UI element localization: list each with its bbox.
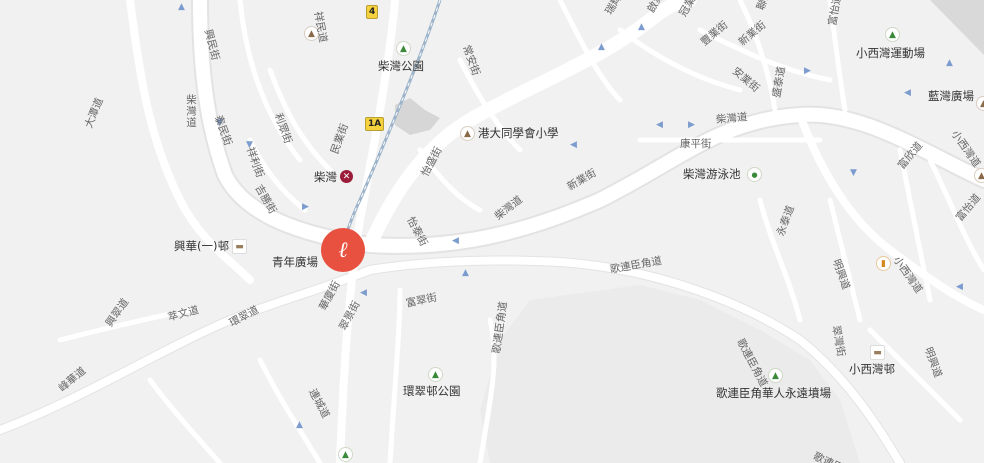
park-icon: ▲: [428, 367, 443, 382]
park-icon: ▲: [885, 27, 900, 42]
direction-arrow: ▲: [638, 22, 645, 32]
direction-arrow: ▲: [178, 2, 185, 12]
poi-youth-plaza[interactable]: 青年廣場: [272, 254, 318, 270]
road-label: 柴灣道: [715, 111, 748, 126]
school-icon: ▲: [460, 126, 475, 141]
school-icon: ▲: [974, 168, 984, 183]
park-icon: ▲: [396, 41, 411, 56]
map-canvas[interactable]: ▲ ▼ ▼ ▶ ◀ ◀ ◀ ▶ ▲ ▲ ▶ ◀ ▲ ▼ ▲ ◀ ▲ ◀ 4 1A…: [0, 0, 984, 463]
building-block: [930, 0, 984, 55]
direction-arrow: ◀: [956, 282, 963, 292]
hill-area: [480, 285, 860, 463]
direction-arrow: ▼: [850, 168, 857, 178]
direction-arrow: ▶: [688, 120, 695, 130]
direction-arrow: ◀: [904, 88, 911, 98]
direction-arrow: ▶: [804, 66, 811, 76]
estate-icon: ▬: [870, 345, 885, 360]
direction-arrow: ▲: [946, 58, 953, 68]
route-shield-4: 4: [366, 5, 379, 19]
school-icon: ▲: [976, 96, 984, 111]
road-label: 柴灣道: [185, 94, 197, 129]
brand-marker-glyph: ℓ: [338, 238, 348, 263]
brand-marker[interactable]: ℓ: [321, 228, 365, 272]
direction-arrow: ▲: [296, 420, 303, 430]
direction-arrow: ◀: [570, 140, 577, 150]
direction-arrow: ◀: [452, 236, 459, 246]
poi-cape-collinson-cemetery[interactable]: 歌連臣角華人永遠墳場: [716, 385, 831, 401]
poi-siu-sai-wan-sports[interactable]: 小西灣運動場: [856, 45, 925, 61]
poi-chai-wan-pool[interactable]: 柴灣游泳池: [683, 166, 741, 182]
poi-wan-tsui-park[interactable]: 環翠邨公園: [403, 383, 461, 399]
road-label: 康平街: [680, 138, 712, 150]
poi-lam-tsuen-plaza[interactable]: 藍灣廣場: [928, 88, 974, 104]
direction-arrow: ◀: [656, 120, 663, 130]
poi-chai-wan-park[interactable]: 柴灣公園: [378, 58, 424, 74]
poi-hing-wah-estate[interactable]: 興華(一)邨: [174, 238, 229, 254]
route-shield-1a: 1A: [365, 117, 385, 131]
direction-arrow: ▶: [302, 202, 309, 212]
direction-arrow: ▲: [462, 268, 469, 278]
direction-arrow: ◀: [360, 288, 367, 298]
estate-icon: ▬: [232, 239, 247, 254]
park-icon: ▲: [338, 447, 353, 462]
swimming-pool-icon: ●: [747, 167, 762, 182]
poi-siu-sai-wan-estate[interactable]: 小西灣邨: [849, 361, 895, 377]
restaurant-icon: ▮: [876, 256, 891, 271]
direction-arrow: ▲: [598, 42, 605, 52]
poi-hku-school[interactable]: 港大同學會小學: [478, 125, 559, 141]
poi-chai-wan-mtr[interactable]: 柴灣: [314, 169, 337, 185]
map-base-layer: [0, 0, 984, 463]
mtr-icon: ✕: [340, 170, 353, 183]
